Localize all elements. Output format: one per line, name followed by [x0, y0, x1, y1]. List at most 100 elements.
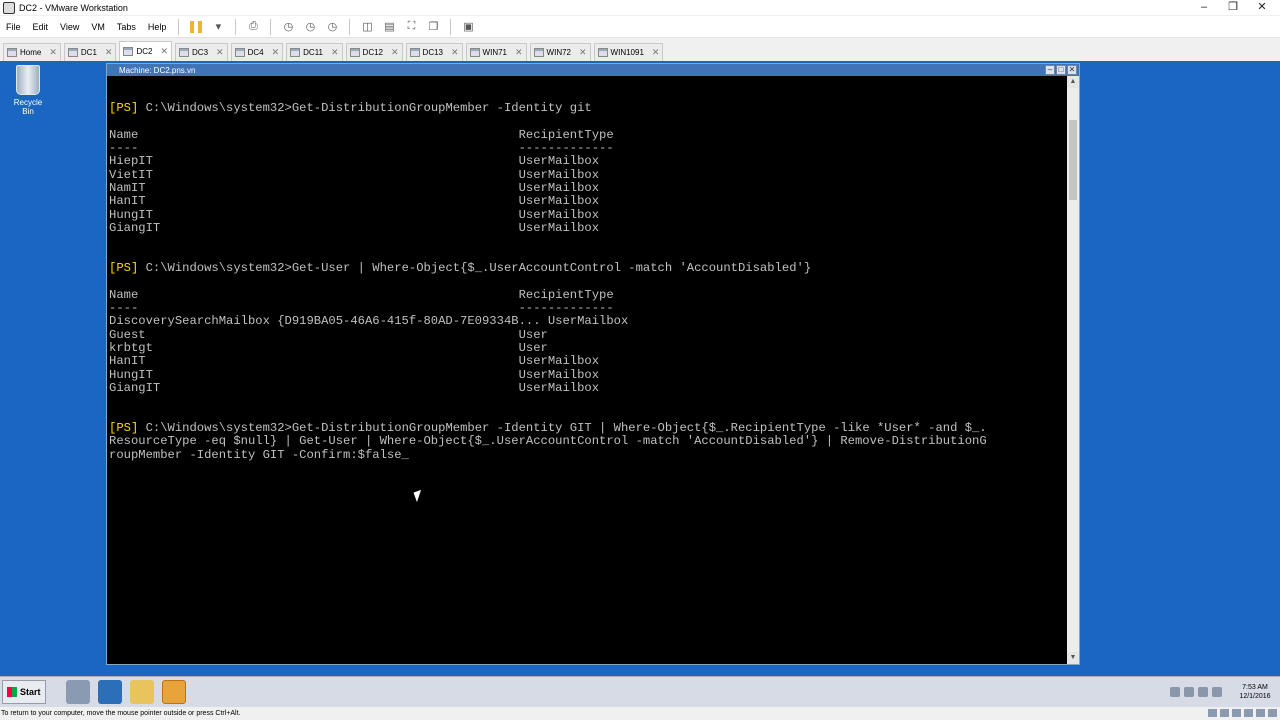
- window-titlebar: DC2 - VMware Workstation – ❐ ✕: [0, 0, 1280, 15]
- console-output-line: HungIT UserMailbox: [109, 208, 987, 222]
- tab-home[interactable]: Home ✕: [3, 43, 61, 61]
- close-icon[interactable]: ✕: [1248, 0, 1276, 14]
- show-library-button[interactable]: ◫: [359, 20, 375, 34]
- explorer-icon[interactable]: [129, 680, 154, 704]
- clock[interactable]: 7:53 AM 12/1/2016: [1230, 683, 1280, 701]
- thumbnail-icon: ▤: [384, 21, 395, 33]
- tab-dc13[interactable]: DC13 ✕: [405, 43, 463, 61]
- menu-tabs[interactable]: Tabs: [111, 22, 142, 32]
- flag-icon[interactable]: [1184, 687, 1194, 697]
- close-icon[interactable]: ✕: [451, 47, 459, 58]
- menu-file[interactable]: File: [0, 22, 27, 32]
- minimize-icon[interactable]: –: [1190, 0, 1218, 14]
- start-button[interactable]: Start: [2, 680, 46, 704]
- menu-vm[interactable]: VM: [85, 22, 111, 32]
- line-text: [109, 394, 116, 408]
- vm-window-titlebar: Machine: DC2.pns.vn – □ ✕: [107, 64, 1079, 76]
- prompt-path: C:\Windows\system32>: [138, 260, 292, 275]
- line-text: Guest User: [109, 327, 548, 342]
- revert-snapshot-button[interactable]: ◷: [302, 20, 318, 34]
- recycle-bin-shortcut[interactable]: Recycle Bin: [8, 65, 48, 116]
- close-icon[interactable]: ✕: [331, 47, 339, 58]
- snapshot-manager-icon: ◷: [327, 21, 338, 33]
- console-output-line: HungIT UserMailbox: [109, 368, 987, 382]
- close-icon[interactable]: ✕: [160, 46, 168, 57]
- close-icon[interactable]: ✕: [391, 47, 399, 58]
- cd-drive-icon[interactable]: [1220, 709, 1229, 717]
- vm-icon: [409, 48, 420, 57]
- snapshot-icon: ◷: [283, 21, 294, 33]
- scroll-up-icon[interactable]: ▲: [1067, 76, 1079, 88]
- close-icon[interactable]: ✕: [49, 47, 57, 58]
- line-text: HiepIT UserMailbox: [109, 154, 600, 169]
- console-scrollbar[interactable]: ▲ ▼: [1067, 76, 1079, 664]
- message-icon[interactable]: [1268, 709, 1277, 717]
- tab-dc4[interactable]: DC4 ✕: [230, 43, 284, 61]
- close-icon[interactable]: ✕: [579, 47, 587, 58]
- line-text: NamIT UserMailbox: [109, 180, 600, 195]
- menu-edit[interactable]: Edit: [27, 22, 55, 32]
- line-text: GiangIT UserMailbox: [109, 220, 600, 235]
- thumbnail-bar-button[interactable]: ▤: [381, 20, 397, 34]
- line-text: ---- -------------: [109, 140, 614, 155]
- vm-icon: [234, 48, 245, 57]
- vm-tab-bar: Home ✕ DC1 ✕ DC2 ✕ DC3 ✕ DC4 ✕ DC11 ✕ DC12 ✕ DC…: [0, 41, 1280, 61]
- scrollbar-thumb[interactable]: [1069, 120, 1077, 200]
- menu-view[interactable]: View: [54, 22, 85, 32]
- vm-close-icon[interactable]: ✕: [1067, 65, 1077, 75]
- close-icon[interactable]: ✕: [216, 47, 224, 58]
- close-icon[interactable]: ✕: [105, 47, 113, 58]
- tab-win71[interactable]: WIN71 ✕: [465, 43, 527, 61]
- power-dropdown-button[interactable]: ▾: [210, 20, 226, 34]
- server-manager-icon[interactable]: [65, 680, 90, 704]
- vm-restore-icon[interactable]: □: [1056, 65, 1066, 75]
- console-output-line: HanIT UserMailbox: [109, 355, 987, 368]
- pause-button[interactable]: [188, 20, 204, 34]
- restore-icon[interactable]: ❐: [1219, 0, 1247, 14]
- volume-icon[interactable]: [1212, 687, 1222, 697]
- powershell-icon[interactable]: [97, 680, 122, 704]
- vm-icon: [533, 48, 544, 57]
- close-icon[interactable]: ✕: [272, 47, 280, 58]
- line-text: DiscoverySearchMailbox {D919BA05-46A6-41…: [109, 314, 629, 329]
- close-icon[interactable]: ✕: [652, 47, 660, 58]
- menu-help[interactable]: Help: [142, 22, 173, 32]
- console-command-line: [PS] C:\Windows\system32>Get-User | Wher…: [109, 260, 987, 275]
- unity-button[interactable]: ❐: [425, 20, 441, 34]
- tab-dc1[interactable]: DC1 ✕: [63, 43, 117, 61]
- mouse-pointer-icon: [413, 489, 425, 503]
- tab-dc3[interactable]: DC3 ✕: [175, 43, 228, 61]
- send-ctrl-alt-del-button[interactable]: ⎙: [245, 20, 261, 34]
- clock-time: 7:53 AM: [1242, 684, 1268, 691]
- display-icon[interactable]: [1256, 709, 1265, 717]
- tab-dc11[interactable]: DC11 ✕: [286, 43, 343, 61]
- network-adapter-icon[interactable]: [1232, 709, 1241, 717]
- tab-dc12[interactable]: DC12 ✕: [345, 43, 403, 61]
- usb-icon[interactable]: [1244, 709, 1253, 717]
- device-icons: [1205, 709, 1277, 717]
- snapshot-button[interactable]: ◷: [280, 20, 296, 34]
- tab-label: DC11: [303, 48, 323, 57]
- console-command-line: [PS] C:\Windows\system32>Get-Distributio…: [109, 101, 987, 115]
- network-icon[interactable]: [1198, 687, 1208, 697]
- toolbar-separator: [235, 18, 237, 35]
- tab-dc2[interactable]: DC2 ✕: [119, 41, 173, 61]
- console-view-button[interactable]: ▣: [460, 20, 476, 34]
- tab-win1091[interactable]: WIN1091 ✕: [593, 43, 664, 61]
- scroll-down-icon[interactable]: ▼: [1067, 652, 1079, 664]
- full-screen-button[interactable]: ⛶: [403, 20, 419, 34]
- exchange-shell-icon[interactable]: [161, 680, 186, 704]
- tray-expand-icon[interactable]: [1170, 687, 1180, 697]
- powershell-console[interactable]: [PS] C:\Windows\system32>Get-Distributio…: [107, 76, 1067, 664]
- line-text: [109, 274, 116, 288]
- close-icon[interactable]: ✕: [515, 47, 523, 58]
- line-text: Get-User | Where-Object{$_.UserAccountCo…: [291, 260, 812, 275]
- vm-minimize-icon[interactable]: –: [1045, 65, 1055, 75]
- status-text: To return to your computer, move the mou…: [1, 710, 241, 717]
- line-text: HanIT UserMailbox: [109, 194, 600, 209]
- tab-win72[interactable]: WIN72 ✕: [529, 43, 591, 61]
- chevron-down-icon: ▾: [215, 21, 222, 33]
- hard-disk-icon[interactable]: [1208, 709, 1217, 717]
- snapshot-manager-button[interactable]: ◷: [324, 20, 340, 34]
- prompt-path: C:\Windows\system32>: [138, 420, 292, 435]
